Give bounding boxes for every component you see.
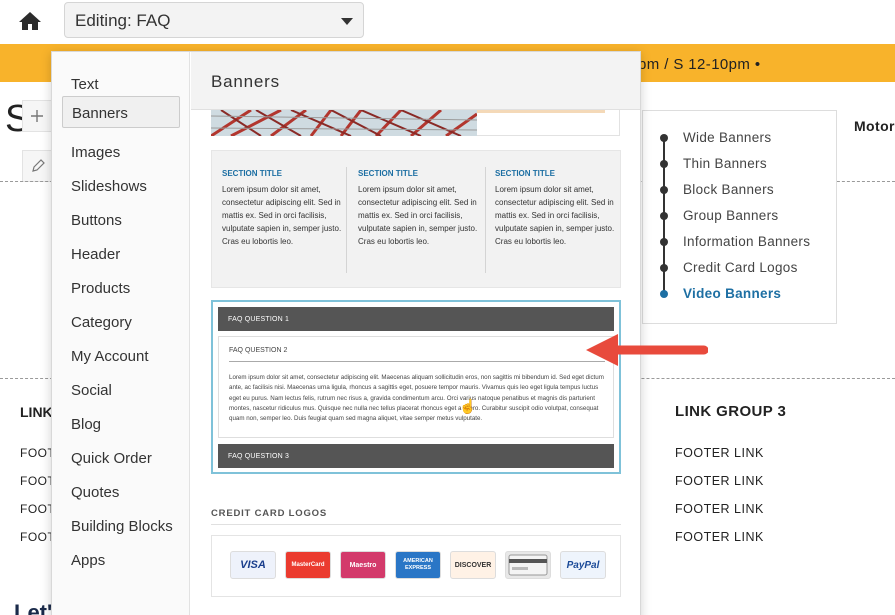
timeline-item-active[interactable]: Video Banners — [683, 286, 781, 301]
credit-card-icon — [508, 554, 548, 576]
block-preview-list[interactable]: SECTION TITLE Lorem ipsum dolor sit amet… — [191, 110, 640, 615]
section-column: SECTION TITLE Lorem ipsum dolor sit amet… — [358, 169, 486, 248]
faq-answer-text: Lorem ipsum dolor sit amet, consectetur … — [229, 374, 604, 423]
timeline-item[interactable]: Wide Banners — [683, 130, 771, 145]
visa-logo: VISA — [230, 551, 276, 579]
credit-card-logos-preview[interactable]: VISA MasterCard Maestro AMERICAN EXPRESS… — [211, 535, 621, 597]
mastercard-logo: MasterCard — [285, 551, 331, 579]
caret-down-icon — [341, 18, 353, 25]
section-body: Lorem ipsum dolor sit amet, consectetur … — [358, 185, 478, 246]
timeline-item[interactable]: Information Banners — [683, 234, 810, 249]
promo-text: pm / S 12-10pm • — [638, 56, 761, 73]
wide-banner-preview-text-area — [477, 110, 620, 136]
section-title: SECTION TITLE — [222, 169, 282, 178]
sidebar-item-building-blocks[interactable]: Building Blocks — [62, 510, 180, 542]
sidebar-item-images[interactable]: Images — [62, 136, 180, 168]
timeline-dot — [660, 160, 668, 168]
top-bar: Editing: FAQ — [0, 0, 895, 44]
sidebar-item-header[interactable]: Header — [62, 238, 180, 270]
add-block-button[interactable] — [22, 100, 52, 132]
wide-banner-preview-image[interactable] — [211, 110, 477, 136]
timeline-dot — [660, 134, 668, 142]
faq-question-bar[interactable]: FAQ QUESTION 1 — [218, 307, 614, 331]
annotation-arrow-icon — [586, 334, 708, 366]
section-divider — [346, 167, 347, 273]
home-icon[interactable] — [18, 10, 42, 32]
section-column: SECTION TITLE Lorem ipsum dolor sit amet… — [495, 169, 623, 248]
sidebar-item-category[interactable]: Category — [62, 306, 180, 338]
american-express-logo: AMERICAN EXPRESS — [395, 551, 441, 579]
timeline-item[interactable]: Thin Banners — [683, 156, 767, 171]
timeline-dot-active — [660, 290, 668, 298]
block-picker-panel: Text Banners Images Slideshows Buttons H… — [51, 51, 641, 615]
editing-page-label: Editing: FAQ — [75, 11, 171, 30]
block-category-sidebar: Text Banners Images Slideshows Buttons H… — [52, 52, 190, 615]
sidebar-item-my-account[interactable]: My Account — [62, 340, 180, 372]
footer-link[interactable]: FOOTER LINK — [675, 530, 764, 544]
section-body: Lorem ipsum dolor sit amet, consectetur … — [222, 185, 342, 246]
timeline-dot — [660, 238, 668, 246]
footer-link[interactable]: FOOTER LINK — [675, 502, 764, 516]
section-body: Lorem ipsum dolor sit amet, consectetur … — [495, 185, 615, 246]
sidebar-item-buttons[interactable]: Buttons — [62, 204, 180, 236]
faq-question-bar[interactable]: FAQ QUESTION 3 — [218, 444, 614, 468]
maestro-logo: Maestro — [340, 551, 386, 579]
sidebar-item-slideshows[interactable]: Slideshows — [62, 170, 180, 202]
hand-pointer-icon: ☝ — [459, 398, 477, 414]
section-column: SECTION TITLE Lorem ipsum dolor sit amet… — [222, 169, 350, 248]
timeline-dot — [660, 212, 668, 220]
faq-separator — [229, 361, 605, 362]
link-group-heading: LINK — [20, 404, 53, 420]
faq-question-expanded[interactable]: FAQ QUESTION 2 Lorem ipsum dolor sit ame… — [218, 336, 614, 438]
edit-block-button[interactable] — [22, 150, 52, 182]
footer-link[interactable]: FOOTER LINK — [675, 474, 764, 488]
sidebar-item-blog[interactable]: Blog — [62, 408, 180, 440]
credit-card-logos-label: CREDIT CARD LOGOS — [211, 508, 327, 519]
panel-title: Banners — [211, 72, 280, 91]
generic-card-logo — [505, 551, 551, 579]
editing-page-select[interactable]: Editing: FAQ — [64, 2, 364, 38]
sidebar-item-banners[interactable]: Banners — [62, 96, 180, 128]
site-heading-fragment: Let' — [14, 600, 53, 615]
sidebar-item-quick-order[interactable]: Quick Order — [62, 442, 180, 474]
sidebar-item-apps[interactable]: Apps — [62, 544, 180, 576]
sidebar-item-products[interactable]: Products — [62, 272, 180, 304]
timeline-item[interactable]: Block Banners — [683, 182, 774, 197]
discover-logo: DISCOVER — [450, 551, 496, 579]
pencil-icon — [32, 159, 45, 172]
footer-link[interactable]: FOOTER LINK — [675, 446, 764, 460]
timeline-item[interactable]: Group Banners — [683, 208, 778, 223]
faq-question-title: FAQ QUESTION 2 — [229, 347, 288, 354]
site-text-fragment: Motor — [854, 118, 895, 134]
label-underline — [211, 524, 621, 525]
timeline-dot — [660, 264, 668, 272]
section-divider — [485, 167, 486, 273]
section-title: SECTION TITLE — [358, 169, 418, 178]
timeline-dot — [660, 186, 668, 194]
information-banner-preview[interactable]: SECTION TITLE Lorem ipsum dolor sit amet… — [211, 150, 621, 288]
sidebar-item-quotes[interactable]: Quotes — [62, 476, 180, 508]
panel-header: Banners — [191, 52, 640, 110]
timeline-item[interactable]: Credit Card Logos — [683, 260, 798, 275]
paypal-logo: PayPal — [560, 551, 606, 579]
plus-icon — [31, 110, 43, 122]
faq-block-preview[interactable]: FAQ QUESTION 1 FAQ QUESTION 2 Lorem ipsu… — [211, 300, 621, 474]
section-title: SECTION TITLE — [495, 169, 555, 178]
link-group-heading: LINK GROUP 3 — [675, 403, 787, 420]
sidebar-item-social[interactable]: Social — [62, 374, 180, 406]
